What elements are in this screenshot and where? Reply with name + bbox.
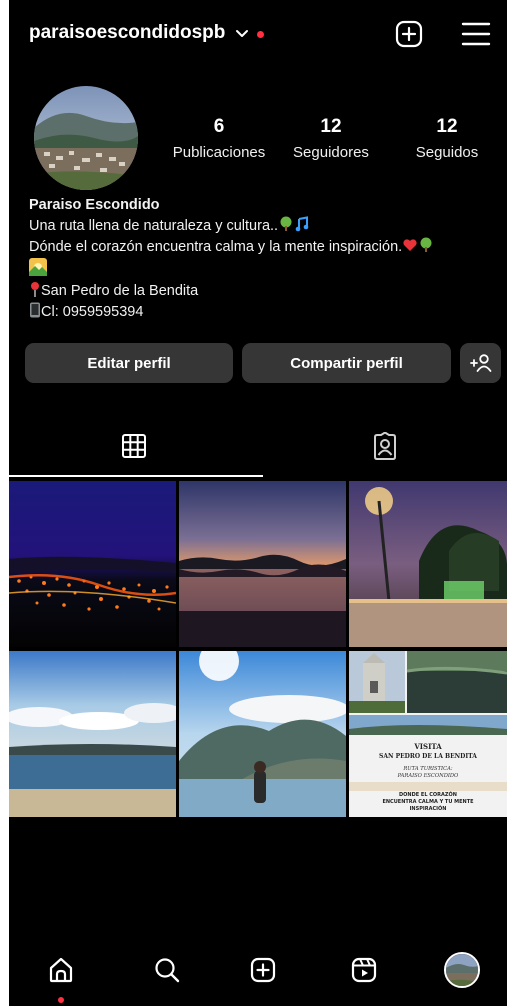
account-switcher-username[interactable]: paraisoescondidospb: [29, 22, 225, 44]
post-tile-plaza-night[interactable]: [349, 481, 507, 647]
contact-line: Cl: 0959595394: [29, 302, 499, 323]
poster-route-line1: RUTA TURISTICA:: [402, 766, 452, 772]
profile-bio: Paraiso Escondido Una ruta llena de natu…: [29, 195, 499, 323]
sunrise-over-mountains-emoji-icon: [29, 258, 47, 276]
poster-slogan-line3: INSPIRACIÓN: [410, 805, 447, 812]
edit-profile-button[interactable]: Editar perfil: [25, 343, 233, 383]
poster-slogan-line2: ENCUENTRA CALMA Y TU MENTE: [382, 799, 474, 805]
posts-number: 6: [213, 116, 225, 137]
poster-place-text: SAN PEDRO DE LA BENDITA: [379, 753, 477, 760]
tree-emoji-icon: [280, 216, 292, 231]
active-tab-indicator: [9, 475, 263, 477]
search-icon: [155, 958, 180, 983]
tree-emoji-icon: [420, 237, 432, 252]
following-number: 12: [436, 116, 458, 137]
tab-tagged[interactable]: [263, 412, 507, 476]
bio-line-1-text: Una ruta llena de naturaleza y cultura..: [29, 218, 279, 234]
bio-line-3: [29, 258, 499, 281]
following-count[interactable]: 12 Seguidos: [399, 116, 495, 163]
bio-line-2: Dónde el corazón encuentra calma y la me…: [29, 237, 499, 258]
post-tile-lake-sunset[interactable]: [179, 481, 346, 647]
music-note-emoji-icon: [295, 216, 309, 232]
add-square-icon[interactable]: [395, 20, 423, 48]
post-tile-night-city[interactable]: [9, 481, 176, 647]
nav-search[interactable]: [147, 950, 187, 990]
location-line: San Pedro de la Bendita: [29, 281, 499, 302]
heart-emoji-icon: [403, 239, 417, 251]
pin-emoji-icon: [31, 282, 39, 297]
post-tile-visit-poster[interactable]: VISITA SAN PEDRO DE LA BENDITA RUTA TURI…: [349, 651, 507, 817]
poster-slogan-line1: DONDE EL CORAZÓN: [399, 791, 457, 798]
location-text: San Pedro de la Bendita: [41, 283, 199, 299]
add-person-icon: [469, 354, 491, 372]
followers-count[interactable]: 12 Seguidores: [281, 116, 381, 163]
discover-people-button[interactable]: [460, 343, 501, 383]
profile-avatar[interactable]: [34, 86, 138, 190]
nav-profile[interactable]: [442, 950, 482, 990]
followers-number: 12: [320, 116, 342, 137]
post-tile-mountain-lake[interactable]: [179, 651, 346, 817]
top-bar: paraisoescondidospb: [9, 0, 507, 70]
create-icon: [250, 957, 276, 983]
nav-reels[interactable]: [344, 950, 384, 990]
instagram-profile-screen: paraisoescondidospb 6 Publicaciones 12 S…: [9, 0, 507, 1006]
poster-visit-text: VISITA: [413, 742, 442, 751]
grid-icon: [122, 434, 146, 458]
poster-route-line2: PARAISO ESCONDIDO: [397, 773, 459, 779]
bio-line-1: Una ruta llena de naturaleza y cultura..: [29, 216, 499, 237]
notification-dot: [257, 31, 264, 38]
reels-icon: [351, 957, 377, 983]
contact-text: Cl: 0959595394: [41, 304, 144, 320]
post-tile-beach-clouds[interactable]: [9, 651, 176, 817]
following-label: Seguidos: [415, 144, 479, 161]
bio-line-2-text: Dónde el corazón encuentra calma y la me…: [29, 239, 403, 255]
bottom-navigation-bar: [9, 938, 507, 1006]
home-notification-dot: [58, 997, 64, 1003]
tagged-person-icon: [374, 432, 396, 460]
nav-create[interactable]: [243, 950, 283, 990]
display-name: Paraiso Escondido: [29, 197, 160, 213]
tab-posts-grid[interactable]: [9, 412, 263, 476]
home-icon: [49, 957, 73, 983]
followers-label: Seguidores: [293, 144, 369, 161]
chevron-down-icon[interactable]: [235, 29, 249, 39]
nav-home[interactable]: [41, 950, 81, 990]
posts-count: 6 Publicaciones: [164, 116, 274, 163]
phone-emoji-icon: [30, 302, 40, 318]
hamburger-menu-icon[interactable]: [460, 20, 492, 48]
share-profile-button[interactable]: Compartir perfil: [242, 343, 451, 383]
posts-label: Publicaciones: [172, 144, 266, 161]
profile-avatar: [444, 952, 480, 988]
